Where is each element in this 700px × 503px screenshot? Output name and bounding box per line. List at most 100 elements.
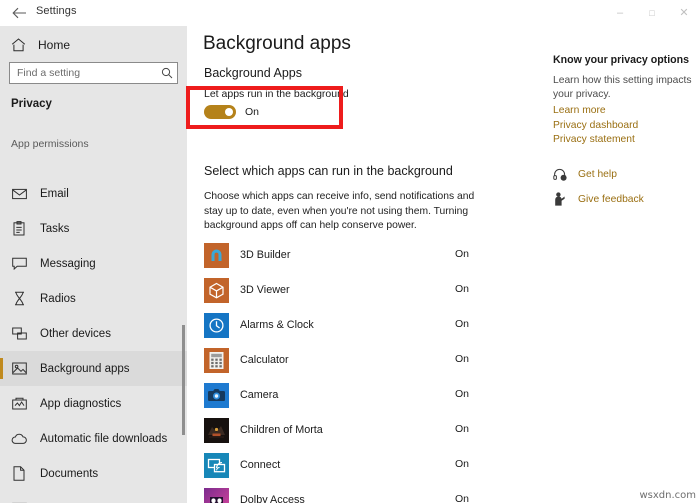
window-controls: – □ ✕ [604,0,700,26]
window-title: Settings [36,5,77,17]
toggle-knob [404,322,412,330]
feedback-icon [553,192,567,206]
toggle-knob [225,108,233,116]
section-title: Background Apps [204,66,302,80]
sidebar-item-email[interactable]: Email [0,176,187,211]
sidebar-item-label: App diagnostics [40,398,121,410]
settings-window: Settings – □ ✕ Home Priva [0,0,700,503]
back-arrow-icon[interactable] [8,3,30,23]
other-devices-icon [11,326,27,342]
toggle-knob [404,357,412,365]
sidebar-item-home[interactable]: Home [0,30,187,60]
link-privacy-statement[interactable]: Privacy statement [553,133,638,148]
sidebar-category-heading: Privacy [11,98,52,110]
toggle-knob [404,497,412,503]
calculator-icon [204,348,229,373]
app-diagnostics-icon [11,396,27,412]
link-learn-more[interactable]: Learn more [553,104,638,119]
sidebar-item-documents[interactable]: Documents [0,456,187,491]
app-row: Dolby AccessOn [187,483,545,503]
app-name: Calculator [240,354,289,366]
app-name: Camera [240,389,278,401]
children-of-morta-icon [204,418,229,443]
maximize-button[interactable]: □ [636,0,668,26]
master-toggle-switch[interactable] [204,105,236,119]
section-title-2: Select which apps can run in the backgro… [204,164,453,178]
toggle-knob [404,462,412,470]
app-toggle-state: On [455,388,469,400]
sidebar-item-label: Other devices [40,328,111,340]
app-name: Dolby Access [240,494,305,503]
3d-builder-icon [204,243,229,268]
sidebar-scrollbar-thumb[interactable] [182,325,185,435]
app-toggle-state: On [455,458,469,470]
title-bar: Settings – □ ✕ [0,0,700,26]
app-toggle-state: On [455,318,469,330]
app-name: Connect [240,459,280,471]
app-row: 3D BuilderOn [187,238,545,273]
search-icon [161,67,173,79]
action-label: Give feedback [578,194,644,205]
document-icon [11,466,27,482]
tasks-icon [11,221,27,237]
app-row: Camera On [187,378,545,413]
dolby-access-icon [204,488,229,503]
sidebar-item-app-diagnostics[interactable]: App diagnostics [0,386,187,421]
watermark: wsxdn.com [639,490,696,501]
action-give-feedback[interactable]: Give feedback [553,189,644,209]
right-pane-actions: ?Get help Give feedback [553,164,644,214]
app-toggle-state: On [455,423,469,435]
messaging-icon [11,256,27,272]
sidebar-item-tasks[interactable]: Tasks [0,211,187,246]
sidebar-item-label: Tasks [40,223,69,235]
home-icon [11,38,26,53]
app-toggle-state: On [455,248,469,260]
headset-help-icon: ? [553,167,567,181]
sidebar-item-pictures[interactable]: Pictures [0,491,187,503]
right-pane-links: Learn morePrivacy dashboardPrivacy state… [553,104,638,148]
sidebar-nav-list: Email Tasks Messaging Radios Other devices Ba… [0,176,187,503]
minimize-button[interactable]: – [604,0,636,26]
app-row: 3D Viewer On [187,273,545,308]
sidebar-item-automatic-file-downloads[interactable]: Automatic file downloads [0,421,187,456]
sidebar-group-heading: App permissions [11,138,89,150]
link-privacy-dashboard[interactable]: Privacy dashboard [553,119,638,134]
right-pane-description: Learn how this setting impacts your priv… [553,74,693,102]
background-apps-list: 3D BuilderOn3D ViewerOnAlarms & ClockOnC… [187,238,545,503]
sidebar-item-background-apps[interactable]: Background apps [0,351,187,386]
camera-icon [204,383,229,408]
cloud-download-icon [11,431,27,447]
search-input[interactable] [17,67,161,79]
alarms-clock-icon [204,313,229,338]
app-row: Connect On [187,448,545,483]
sidebar-item-radios[interactable]: Radios [0,281,187,316]
background-apps-icon [11,361,27,377]
close-button[interactable]: ✕ [668,0,700,26]
sidebar-item-label: Messaging [40,258,96,270]
toggle-knob [404,287,412,295]
master-toggle-row[interactable]: On [204,105,259,119]
sidebar-item-label: Radios [40,293,76,305]
sidebar-home-label: Home [38,38,70,52]
action-get-help[interactable]: ?Get help [553,164,644,184]
app-row: Alarms & Clock On [187,308,545,343]
sidebar-item-other-devices[interactable]: Other devices [0,316,187,351]
section-description: Choose which apps can receive info, send… [204,190,482,234]
sidebar-item-label: Documents [40,468,98,480]
sidebar: Home Privacy App permissions Email Tasks M… [0,26,187,503]
sidebar-item-label: Automatic file downloads [40,433,167,445]
sidebar-item-label: Background apps [40,363,130,375]
app-name: 3D Viewer [240,284,290,296]
connect-icon [204,453,229,478]
sidebar-item-label: Email [40,188,69,200]
toggle-knob [404,427,412,435]
master-toggle-state: On [245,106,259,118]
sidebar-item-messaging[interactable]: Messaging [0,246,187,281]
main-content: Background apps Background Apps Let apps… [187,26,545,503]
app-toggle-state: On [455,283,469,295]
app-name: Children of Morta [240,424,323,436]
email-icon [11,186,27,202]
right-info-pane: Know your privacy options Learn how this… [545,26,700,503]
app-name: Alarms & Clock [240,319,314,331]
search-box[interactable] [9,62,178,84]
